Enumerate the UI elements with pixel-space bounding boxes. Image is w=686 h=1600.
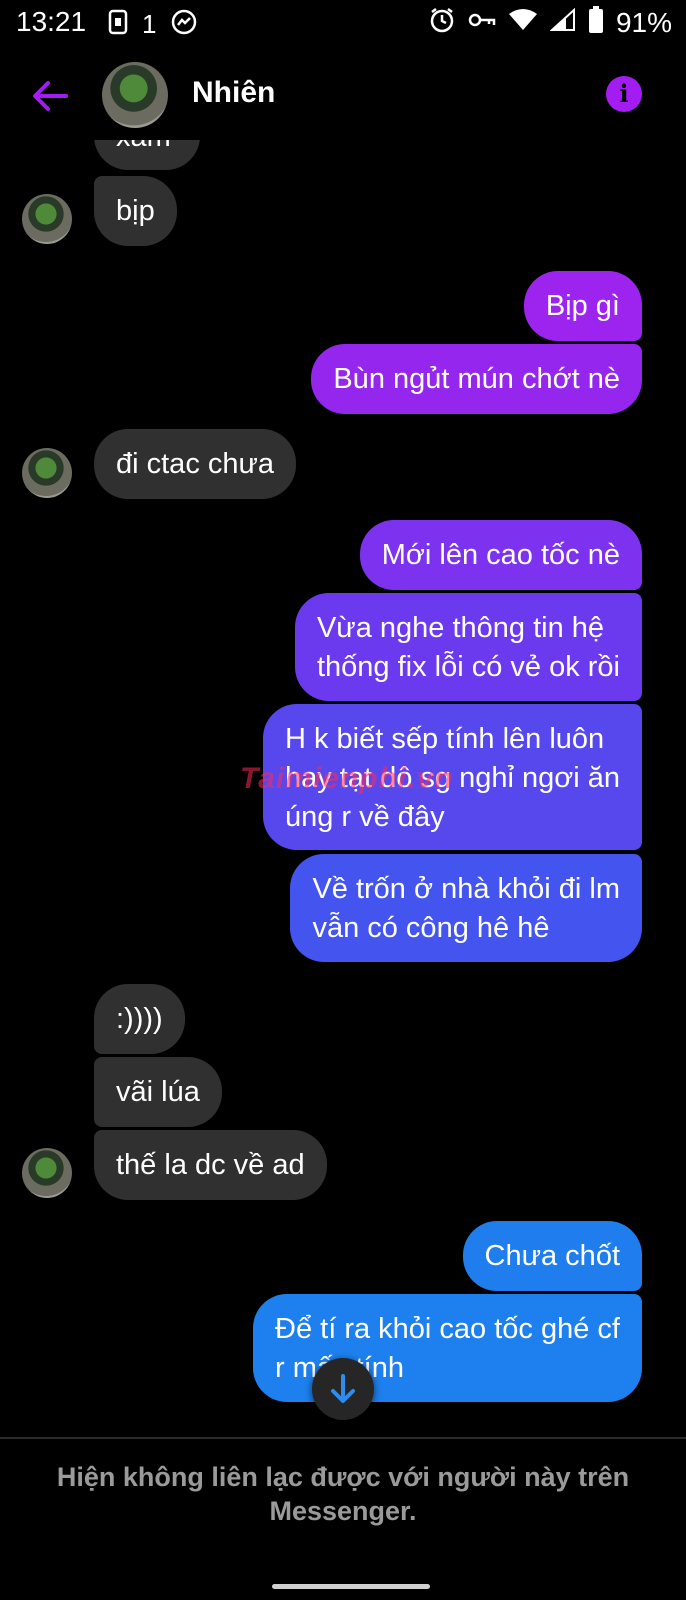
contact-avatar[interactable] [102, 62, 168, 128]
unavailable-notice: Hiện không liên lạc được với người này t… [56, 1462, 630, 1526]
alarm-icon [428, 6, 456, 39]
cellular-signal-icon [549, 7, 576, 37]
message-bubble-outgoing[interactable]: Bùn ngủt mún chớt nè [311, 344, 642, 414]
message-bubble-outgoing[interactable]: Về trốn ở nhà khỏi đi lm vẫn có công hê … [290, 854, 642, 962]
info-icon: i [619, 79, 629, 108]
battery-percent: 91% [615, 6, 672, 38]
sender-avatar[interactable] [22, 194, 72, 244]
chat-header: Nhiên i [0, 56, 686, 136]
messenger-notification-icon [170, 8, 198, 41]
sender-avatar[interactable] [22, 1148, 72, 1198]
contact-name[interactable]: Nhiên [192, 76, 275, 110]
arrow-down-icon [331, 1374, 355, 1403]
message-bubble-incoming[interactable]: :)))) [94, 984, 185, 1054]
status-bar: 13:21 1 91% [0, 0, 686, 48]
back-button[interactable] [28, 74, 72, 118]
sender-avatar[interactable] [22, 448, 72, 498]
message-bubble-incoming[interactable]: thế la dc về ad [94, 1130, 327, 1200]
message-bubble-incoming[interactable]: xàm [94, 140, 200, 170]
status-time: 13:21 [16, 6, 87, 37]
message-bubble-outgoing[interactable]: Bịp gì [523, 271, 642, 341]
sim-card-icon [108, 9, 128, 40]
status-left-icons: 1 [108, 8, 198, 41]
message-bubble-outgoing[interactable]: Chưa chốt [462, 1221, 642, 1291]
battery-icon [588, 6, 604, 39]
message-bubble-incoming[interactable]: đi ctac chưa [94, 429, 297, 499]
scroll-to-bottom-button[interactable] [312, 1358, 374, 1420]
message-bubble-incoming[interactable]: bịp [94, 176, 177, 246]
status-right-icons: 91% [428, 6, 672, 39]
wifi-icon [508, 8, 538, 37]
message-bubble-incoming[interactable]: vãi lúa [94, 1057, 222, 1127]
vpn-key-icon [468, 10, 496, 35]
message-bubble-outgoing[interactable]: Vừa nghe thông tin hệ thống fix lỗi có v… [294, 593, 642, 701]
watermark: Taimienphi.vn [240, 762, 454, 795]
extra-indicator: 1 [142, 9, 157, 39]
home-indicator[interactable] [272, 1584, 430, 1589]
message-bubble-outgoing[interactable]: Mới lên cao tốc nè [359, 520, 642, 590]
footer-divider [0, 1437, 686, 1439]
arrow-left-icon [33, 81, 68, 111]
info-button[interactable]: i [606, 76, 642, 112]
